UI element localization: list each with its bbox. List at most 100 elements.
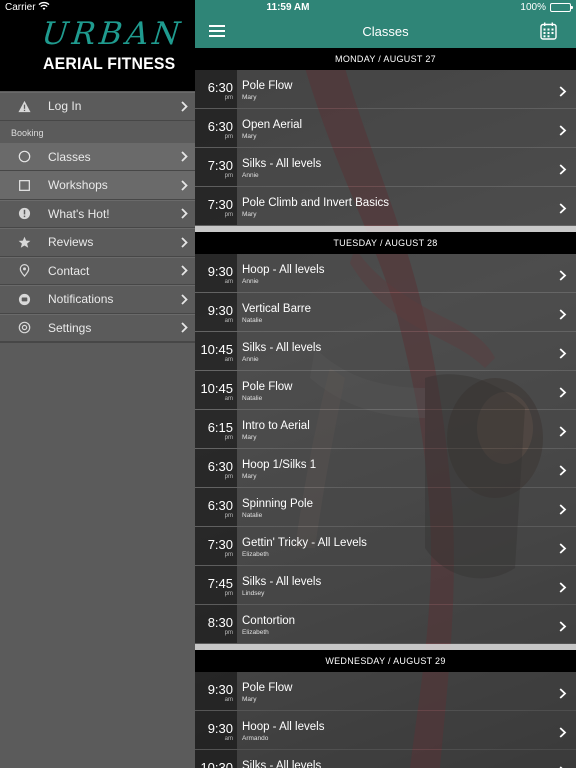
class-time-cell: 8:30 pm	[195, 605, 237, 643]
class-time-cell: 6:30 pm	[195, 488, 237, 526]
chevron-right-icon	[173, 294, 195, 305]
chevron-right-icon	[559, 201, 567, 214]
class-row[interactable]: 10:30am Silks - All levels	[195, 750, 576, 768]
day-header: WEDNESDAY / AUGUST 29	[195, 650, 576, 672]
status-time: 11:59 AM	[266, 2, 310, 13]
class-row[interactable]: 7:30 pm Pole Climb and Invert Basics Mary	[195, 187, 576, 226]
class-row[interactable]: 9:30 am Hoop - All levels Annie	[195, 254, 576, 293]
class-time: 10:30	[200, 760, 233, 768]
class-time-cell: 7:30 pm	[195, 527, 237, 565]
chevron-right-icon	[173, 237, 195, 248]
class-time-cell: 6:30 pm	[195, 109, 237, 147]
class-name: Pole Flow	[242, 381, 293, 393]
class-ampm: pm	[224, 173, 233, 179]
class-row[interactable]: 7:30 pm Gettin' Tricky - All Levels Elizabe…	[195, 527, 576, 566]
class-row[interactable]: 10:45 am Pole Flow Natalie	[195, 371, 576, 410]
class-name: Contortion	[242, 615, 296, 627]
class-time: 10:45	[200, 342, 233, 357]
class-ampm: pm	[224, 630, 233, 636]
class-row[interactable]: 9:30 am Vertical Barre Natalie	[195, 293, 576, 332]
chevron-right-icon	[559, 502, 567, 515]
class-ampm: pm	[224, 212, 233, 218]
class-name: Pole Climb and Invert Basics	[242, 197, 390, 209]
class-row[interactable]: 6:30 pm Hoop 1/Silks 1 Mary	[195, 449, 576, 488]
class-info-cell: Gettin' Tricky - All Levels Elizabeth	[237, 527, 576, 565]
chevron-right-icon	[559, 346, 567, 359]
star-icon	[0, 236, 48, 249]
class-row[interactable]: 7:45 pm Silks - All levels Lindsey	[195, 566, 576, 605]
class-time: 6:30	[207, 80, 233, 95]
chevron-right-icon	[173, 151, 195, 162]
class-time: 7:45	[207, 576, 233, 591]
class-time: 9:30	[207, 682, 233, 697]
class-name: Silks - All levels	[242, 158, 322, 170]
class-ampm: am	[224, 736, 233, 742]
main-panel: Classes MONDAY / AUGUST 27 6:30 pm Pole Flo…	[195, 0, 576, 768]
day-separator	[195, 644, 576, 650]
class-row[interactable]: 6:30 pm Spinning Pole Natalie	[195, 488, 576, 527]
class-info-cell: Hoop 1/Silks 1 Mary	[237, 449, 576, 487]
class-time-cell: 6:30 pm	[195, 70, 237, 108]
class-ampm: am	[224, 396, 233, 402]
class-ampm: pm	[224, 95, 233, 101]
class-instructor: Armando	[242, 735, 269, 742]
class-row[interactable]: 7:30 pm Silks - All levels Annie	[195, 148, 576, 187]
class-ampm: am	[224, 318, 233, 324]
class-time: 7:30	[207, 537, 233, 552]
class-ampm: pm	[224, 134, 233, 140]
class-name: Gettin' Tricky - All Levels	[242, 537, 367, 549]
class-info-cell: Pole Climb and Invert Basics Mary	[237, 187, 576, 225]
class-name: Hoop - All levels	[242, 264, 325, 276]
chevron-right-icon	[173, 322, 195, 333]
day-separator	[195, 226, 576, 232]
sidebar-item-reviews[interactable]: Reviews	[0, 228, 195, 257]
sidebar-item-whats-hot[interactable]: What's Hot!	[0, 199, 195, 228]
class-info-cell: Open Aerial Mary	[237, 109, 576, 147]
class-row[interactable]: 6:30 pm Open Aerial Mary	[195, 109, 576, 148]
class-instructor: Annie	[242, 278, 259, 285]
class-time-cell: 7:30 pm	[195, 148, 237, 186]
sidebar-item-settings[interactable]: Settings	[0, 313, 195, 342]
sidebar-item-notifications[interactable]: Notifications	[0, 285, 195, 314]
class-row[interactable]: 9:30 am Hoop - All levels Armando	[195, 711, 576, 750]
sidebar-item-classes[interactable]: Classes	[0, 142, 195, 171]
sidebar-item-label: Settings	[48, 320, 92, 335]
class-time: 9:30	[207, 721, 233, 736]
sidebar: URBAN AERIAL FITNESS Log In Booking Clas…	[0, 0, 195, 768]
class-row[interactable]: 10:45 am Silks - All levels Annie	[195, 332, 576, 371]
class-info-cell: Silks - All levels Annie	[237, 332, 576, 370]
class-info-cell: Spinning Pole Natalie	[237, 488, 576, 526]
exclamation-icon	[0, 207, 48, 220]
class-row[interactable]: 9:30 am Pole Flow Mary	[195, 672, 576, 711]
sidebar-item-workshops[interactable]: Workshops	[0, 171, 195, 200]
class-info-cell: Hoop - All levels Armando	[237, 711, 576, 749]
chevron-right-icon	[559, 686, 567, 699]
class-name: Intro to Aerial	[242, 420, 310, 432]
chevron-right-icon	[559, 123, 567, 136]
day-header: TUESDAY / AUGUST 28	[195, 232, 576, 254]
chevron-right-icon	[173, 208, 195, 219]
sidebar-item-login[interactable]: Log In	[0, 92, 195, 121]
class-info-cell: Pole Flow Mary	[237, 70, 576, 108]
class-time-cell: 6:30 pm	[195, 449, 237, 487]
class-row[interactable]: 6:30 pm Pole Flow Mary	[195, 70, 576, 109]
class-row[interactable]: 6:15 pm Intro to Aerial Mary	[195, 410, 576, 449]
class-instructor: Annie	[242, 356, 259, 363]
class-row[interactable]: 8:30 pm Contortion Elizabeth	[195, 605, 576, 644]
class-instructor: Elizabeth	[242, 629, 269, 636]
chevron-right-icon	[559, 424, 567, 437]
chevron-right-icon	[559, 268, 567, 281]
class-time: 7:30	[207, 197, 233, 212]
class-time: 10:45	[200, 381, 233, 396]
sidebar-item-contact[interactable]: Contact	[0, 256, 195, 285]
chevron-right-icon	[559, 725, 567, 738]
page-title: Classes	[362, 24, 409, 39]
class-instructor: Mary	[242, 473, 257, 480]
class-instructor: Mary	[242, 211, 257, 218]
class-name: Spinning Pole	[242, 498, 313, 510]
chevron-right-icon	[559, 463, 567, 476]
sidebar-item-label: Reviews	[48, 235, 94, 250]
circle-icon	[0, 150, 48, 163]
class-time: 6:30	[207, 498, 233, 513]
calendar-icon[interactable]	[540, 22, 557, 40]
